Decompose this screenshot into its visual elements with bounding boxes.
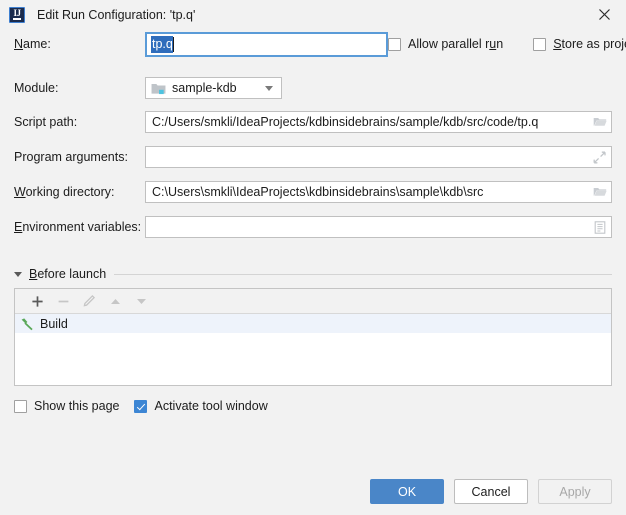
plus-icon	[31, 295, 43, 307]
move-up-button[interactable]	[102, 290, 128, 312]
folder-open-icon	[593, 188, 607, 196]
text-caret	[172, 36, 174, 52]
arrow-up-icon	[110, 298, 120, 304]
section-divider	[114, 273, 612, 275]
name-row: Name: tp.q Allow parallel run Store as p…	[0, 29, 626, 59]
allow-parallel-run-label: Allow parallel run	[408, 37, 504, 51]
bottom-options: Show this page Activate tool window	[0, 397, 626, 415]
store-as-project-file-label: Store as project file	[553, 37, 626, 51]
name-label: Name:	[14, 37, 51, 51]
before-launch-list[interactable]: Build	[15, 314, 611, 385]
before-launch-toolbar	[15, 289, 611, 314]
intellij-idea-icon: IJ	[9, 6, 25, 23]
ok-button[interactable]: OK	[370, 479, 444, 504]
module-combobox[interactable]: sample-kdb	[145, 77, 282, 99]
collapse-triangle-icon[interactable]	[14, 271, 22, 277]
window-title: Edit Run Configuration: 'tp.q'	[37, 7, 196, 22]
name-input[interactable]: tp.q	[145, 31, 388, 57]
chevron-down-icon	[265, 86, 273, 91]
working-directory-browse-button[interactable]	[588, 182, 611, 202]
program-arguments-input[interactable]	[145, 146, 612, 168]
environment-variables-row: Environment variables:	[0, 215, 626, 239]
module-folder-icon	[151, 83, 166, 94]
cancel-button[interactable]: Cancel	[454, 479, 528, 504]
script-path-browse-button[interactable]	[588, 112, 611, 132]
script-path-value: C:/Users/smkli/IdeaProjects/kdbinsidebra…	[152, 115, 539, 129]
module-value: sample-kdb	[172, 81, 237, 95]
working-directory-value: C:\Users\smkli\IdeaProjects\kdbinsidebra…	[152, 185, 484, 199]
script-path-label: Script path:	[14, 115, 78, 129]
activate-tool-window-checkbox[interactable]: Activate tool window	[134, 399, 268, 413]
expand-icon	[593, 151, 606, 163]
name-input-value: tp.q	[151, 35, 173, 53]
program-arguments-label: Program arguments:	[14, 150, 128, 164]
checkbox-box	[388, 37, 401, 51]
working-directory-label: Working directory:	[14, 185, 115, 199]
apply-button[interactable]: Apply	[538, 479, 612, 504]
script-path-input[interactable]: C:/Users/smkli/IdeaProjects/kdbinsidebra…	[145, 111, 612, 133]
environment-variables-edit-button[interactable]	[588, 217, 611, 237]
module-label: Module:	[14, 81, 59, 95]
add-button[interactable]	[24, 290, 50, 312]
move-down-button[interactable]	[128, 290, 154, 312]
checkbox-box	[134, 399, 148, 413]
title-bar: IJ Edit Run Configuration: 'tp.q'	[0, 0, 626, 29]
pencil-icon	[83, 294, 96, 307]
folder-open-icon	[593, 118, 607, 126]
program-arguments-row: Program arguments:	[0, 145, 626, 169]
list-item[interactable]: Build	[15, 314, 611, 333]
minus-icon	[58, 300, 68, 302]
list-item-label: Build	[40, 316, 68, 331]
script-path-row: Script path: C:/Users/smkli/IdeaProjects…	[0, 110, 626, 134]
hammer-icon	[21, 317, 33, 330]
list-edit-icon	[594, 220, 605, 234]
close-icon	[598, 9, 610, 20]
working-directory-row: Working directory: C:\Users\smkli\IdeaPr…	[0, 180, 626, 204]
dialog-buttons: OK Cancel Apply	[370, 479, 612, 504]
activate-tool-window-label: Activate tool window	[154, 399, 268, 413]
remove-button[interactable]	[50, 290, 76, 312]
before-launch-panel: Build	[14, 288, 612, 386]
before-launch-header: Before launch	[0, 265, 626, 283]
working-directory-input[interactable]: C:\Users\smkli\IdeaProjects\kdbinsidebra…	[145, 181, 612, 203]
close-button[interactable]	[582, 0, 626, 29]
configuration-form: Name: tp.q Allow parallel run Store as p…	[0, 29, 626, 415]
allow-parallel-run-checkbox[interactable]: Allow parallel run	[388, 37, 503, 51]
before-launch-title: Before launch	[29, 267, 107, 281]
program-arguments-expand-button[interactable]	[588, 147, 611, 167]
checkbox-box	[533, 37, 547, 51]
module-row: Module: sample-kdb	[0, 76, 626, 100]
edit-button[interactable]	[76, 290, 102, 312]
environment-variables-label: Environment variables:	[14, 220, 142, 234]
environment-variables-input[interactable]	[145, 216, 612, 238]
store-as-project-file-checkbox[interactable]: Store as project file	[533, 37, 626, 51]
show-this-page-checkbox[interactable]: Show this page	[14, 399, 119, 413]
arrow-down-icon	[136, 298, 146, 304]
checkbox-box	[14, 399, 27, 413]
show-this-page-label: Show this page	[34, 399, 120, 413]
